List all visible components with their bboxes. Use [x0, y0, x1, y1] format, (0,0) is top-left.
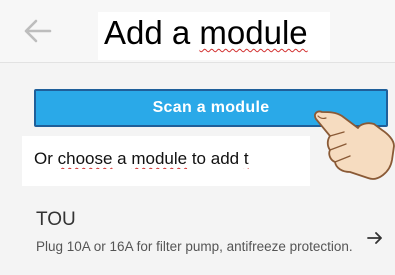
arrow-right-icon[interactable]	[366, 230, 384, 246]
module-word: module	[131, 149, 188, 168]
to-word: t	[243, 149, 249, 168]
choose-mid2: to add	[187, 149, 244, 168]
header-divider	[0, 62, 395, 63]
choose-module-heading: Or choose a module to add t	[34, 149, 306, 169]
choose-word: choose	[57, 149, 113, 168]
back-arrow-icon[interactable]	[22, 18, 52, 44]
choose-prefix: Or	[34, 149, 58, 168]
page-title: Add a module	[104, 14, 308, 52]
module-name: TOU	[36, 209, 76, 230]
title-word: module	[199, 14, 308, 51]
module-description: Plug 10A or 16A for filter pump, antifre…	[36, 239, 353, 254]
pointing-hand-icon	[314, 110, 395, 180]
choose-mid1: a	[112, 149, 132, 168]
title-prefix: Add a	[104, 14, 200, 51]
